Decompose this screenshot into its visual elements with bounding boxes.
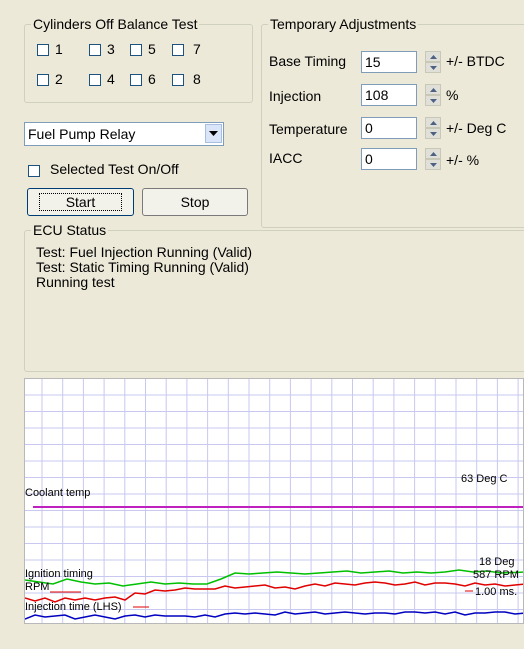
temperature-unit: +/- Deg C (446, 120, 507, 136)
injection-time-line (25, 611, 523, 620)
cylinder-6-checkbox[interactable] (130, 74, 142, 86)
cylinder-7-label: 7 (193, 41, 201, 57)
cylinder-6-label: 6 (148, 71, 156, 87)
selected-test-checkbox[interactable] (28, 165, 40, 177)
rpm-label: RPM (25, 581, 49, 593)
base-timing-input[interactable]: 15 (361, 51, 417, 73)
spin-up-icon[interactable] (425, 51, 441, 62)
sensor-graph-svg: Coolant temp 63 Deg C Ignition timing 18… (25, 379, 523, 623)
spin-up-icon[interactable] (425, 84, 441, 95)
temperature-spinner[interactable] (425, 117, 441, 139)
base-timing-spinner[interactable] (425, 51, 441, 73)
start-button[interactable]: Start (27, 188, 134, 216)
injection-input[interactable]: 108 (361, 84, 417, 106)
temp-adjustments-title: Temporary Adjustments (270, 16, 417, 32)
cylinder-5-checkbox[interactable] (130, 44, 142, 56)
spin-down-icon[interactable] (425, 159, 441, 170)
ignition-timing-label: Ignition timing (25, 568, 93, 580)
ignition-timing-value: 18 Deg (479, 556, 514, 568)
injection-time-label: Injection time (LHS) (25, 601, 122, 613)
relay-select-value: Fuel Pump Relay (28, 126, 136, 142)
spin-up-icon[interactable] (425, 148, 441, 159)
iacc-unit: +/- % (446, 152, 480, 168)
start-button-label: Start (38, 193, 123, 211)
cylinder-8-label: 8 (193, 71, 201, 87)
cylinder-2-checkbox[interactable] (37, 74, 49, 86)
base-timing-label: Base Timing (269, 53, 347, 69)
ecu-status-text: Test: Fuel Injection Running (Valid) Tes… (36, 245, 252, 290)
injection-label: Injection (269, 88, 322, 104)
status-line: Test: Static Timing Running (Valid) (36, 259, 249, 275)
injection-unit: % (446, 87, 459, 103)
selected-test-label: Selected Test On/Off (50, 161, 179, 177)
cylinders-group: Cylinders Off Balance Test (24, 16, 253, 103)
sensor-graph: Coolant temp 63 Deg C Ignition timing 18… (24, 378, 524, 624)
spin-down-icon[interactable] (425, 95, 441, 106)
iacc-input[interactable]: 0 (361, 148, 417, 170)
cylinder-1-checkbox[interactable] (37, 44, 49, 56)
cylinder-3-checkbox[interactable] (89, 44, 101, 56)
spin-down-icon[interactable] (425, 128, 441, 139)
coolant-temp-value: 63 Deg C (461, 473, 508, 485)
coolant-temp-label: Coolant temp (25, 487, 90, 499)
stop-button[interactable]: Stop (142, 188, 248, 216)
rpm-value: 587 RPM (473, 569, 519, 581)
iacc-spinner[interactable] (425, 148, 441, 170)
relay-select[interactable]: Fuel Pump Relay (24, 122, 224, 146)
cylinder-8-checkbox[interactable] (172, 74, 184, 86)
cylinder-5-label: 5 (148, 41, 156, 57)
cylinder-4-checkbox[interactable] (89, 74, 101, 86)
iacc-label: IACC (269, 150, 303, 166)
chevron-down-icon[interactable] (205, 124, 222, 143)
rpm-line (25, 581, 523, 603)
status-line: Running test (36, 274, 115, 290)
injection-time-value: 1.00 ms. (475, 586, 517, 598)
spin-up-icon[interactable] (425, 117, 441, 128)
cylinder-4-label: 4 (107, 71, 115, 87)
cylinder-1-label: 1 (55, 41, 63, 57)
stop-button-label: Stop (180, 194, 210, 210)
cylinder-7-checkbox[interactable] (172, 44, 184, 56)
temperature-input[interactable]: 0 (361, 117, 417, 139)
cylinder-3-label: 3 (107, 41, 115, 57)
base-timing-unit: +/- BTDC (446, 53, 505, 69)
ecu-status-title: ECU Status (33, 222, 107, 238)
status-line: Test: Fuel Injection Running (Valid) (36, 244, 253, 260)
cylinders-group-title: Cylinders Off Balance Test (33, 16, 198, 32)
cylinder-2-label: 2 (55, 71, 63, 87)
injection-spinner[interactable] (425, 84, 441, 106)
temperature-label: Temperature (269, 121, 348, 137)
spin-down-icon[interactable] (425, 62, 441, 73)
